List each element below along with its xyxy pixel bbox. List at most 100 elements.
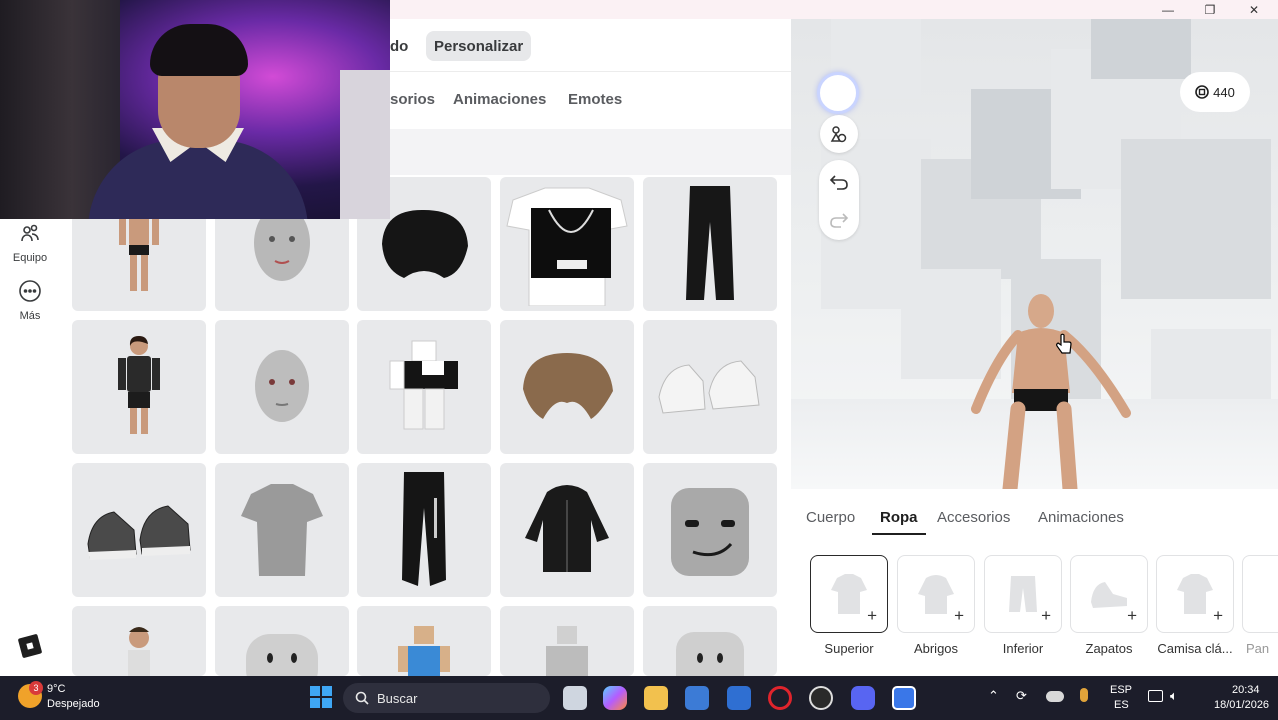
tab-emotes[interactable]: Emotes [568,91,622,108]
slot-abrigos[interactable]: + [897,555,975,633]
search-placeholder: Buscar [377,690,418,706]
item-tile-bald-head[interactable] [215,320,349,454]
scene-block [1121,139,1271,299]
tab-header-partial[interactable]: do [390,31,408,61]
weather-temp: 9°C [47,683,66,695]
search-icon [355,691,369,705]
item-tile-brown-hair[interactable] [500,320,634,454]
roblox-logo[interactable] [17,633,43,659]
discord-icon[interactable] [851,686,875,710]
obs-icon[interactable] [809,686,833,710]
windows-start-icon[interactable] [310,686,332,708]
tab-ropa-indicator [872,533,926,535]
robux-icon [1195,85,1209,99]
slot-label-inferior: Inferior [1002,641,1044,656]
tab-ropa[interactable]: Ropa [880,509,918,526]
clock-date: 18/01/2026 [1214,699,1270,711]
slot-superior[interactable]: + [810,555,888,633]
weather-badge: 3 [29,681,43,695]
item-tile-black-joggers[interactable] [357,463,491,597]
lang-line1[interactable]: ESP [1110,684,1132,696]
robux-amount: 440 [1213,84,1235,100]
clock-time[interactable]: 20:34 [1232,684,1260,696]
weather-desc: Despejado [47,698,100,710]
shirt-icon [831,574,867,614]
redo-button[interactable] [819,204,859,236]
item-tile-white-sneakers[interactable] [643,320,777,454]
hand-cursor-icon [1056,333,1072,354]
shoe-icon [1091,582,1127,608]
plus-icon: + [954,606,964,625]
outfit-icon [17,220,43,246]
scene-block [1091,19,1191,79]
slot-inferior[interactable]: + [984,555,1062,633]
item-tile-avatar-small[interactable] [72,606,206,676]
network-icon[interactable] [1148,690,1163,702]
slot-label-superior: Superior [824,641,874,656]
item-tile-avatar-dark-outfit[interactable] [72,320,206,454]
webcam-overlay [0,0,390,219]
sidebar-item-mas[interactable]: Más [8,278,52,322]
filter-strip [390,129,791,175]
opera-icon[interactable] [768,686,792,710]
avatar-3d-model[interactable] [966,289,1136,489]
sync-icon[interactable]: ⟳ [1016,688,1027,704]
tab-animaciones-panel[interactable]: Animaciones [1038,509,1124,526]
slot-label-camisa: Camisa clá... [1157,641,1233,656]
pants-icon [1009,576,1037,612]
file-explorer-icon[interactable] [644,686,668,710]
lang-line2: ES [1114,699,1129,711]
store-icon[interactable] [685,686,709,710]
item-tile-gray-cylinder-head[interactable] [643,606,777,676]
tab-cuerpo[interactable]: Cuerpo [806,509,855,526]
tray-overflow-icon[interactable]: ⌃ [988,688,999,704]
item-tile-blocky-avatar-blue[interactable] [357,606,491,676]
item-tile-gray-blocky-avatar[interactable] [500,606,634,676]
tab-accesorios[interactable]: Accesorios [937,509,1010,526]
settings-gear-icon [830,126,847,143]
close-button[interactable]: ✕ [1234,0,1274,19]
plus-icon: + [1213,606,1223,625]
slot-label-pantalones-partial: Pan [1246,641,1270,656]
jacket-icon [918,575,954,614]
outlook-icon[interactable] [727,686,751,710]
task-view-icon[interactable] [563,686,587,710]
tab-animaciones[interactable]: Animaciones [453,91,546,108]
sidebar-item-label: Más [19,310,41,322]
more-icon [17,278,43,304]
tab-personalizar[interactable]: Personalizar [426,31,532,61]
slot-camisa-clasica[interactable]: + [1156,555,1234,633]
slot-zapatos[interactable]: + [1070,555,1148,633]
sidebar-item-label: Equipo [12,252,48,264]
plus-icon: + [1127,606,1137,625]
microphone-icon[interactable] [1080,688,1088,702]
roblox-studio-icon[interactable] [892,686,916,710]
item-tile-blocky-shirt-avatar[interactable] [357,320,491,454]
item-tile-gray-sneakers[interactable] [72,463,206,597]
robux-balance[interactable]: 440 [1180,72,1250,112]
item-tile-necklace-tshirt[interactable] [500,177,634,311]
sidebar-item-equipo[interactable]: Equipo [8,220,52,264]
undo-button[interactable] [819,166,859,198]
restore-button[interactable]: ❐ [1190,0,1230,19]
item-tile-black-hoodie[interactable] [500,463,634,597]
item-tile-gray-tshirt[interactable] [215,463,349,597]
skin-color-button[interactable] [817,72,859,114]
minimize-button[interactable]: — [1148,0,1188,19]
item-tile-smirk-face[interactable] [643,463,777,597]
webcam-person-body [88,140,308,219]
webcam-panel [340,70,390,219]
cloud-icon[interactable] [1046,691,1064,702]
copilot-icon[interactable] [603,686,627,710]
tab-accesorios-partial[interactable]: sorios [390,91,435,108]
slot-pantalones-partial[interactable] [1242,555,1278,633]
settings-button[interactable] [820,115,858,153]
item-tile-black-pants[interactable] [643,177,777,311]
volume-icon[interactable]: 🔈︎ [1170,688,1178,704]
item-tile-round-head[interactable] [215,606,349,676]
redo-icon [830,213,849,228]
taskbar-search[interactable]: Buscar [343,683,550,713]
undo-icon [829,175,848,190]
plus-icon: + [1041,606,1051,625]
classic-shirt-icon [1177,574,1213,614]
